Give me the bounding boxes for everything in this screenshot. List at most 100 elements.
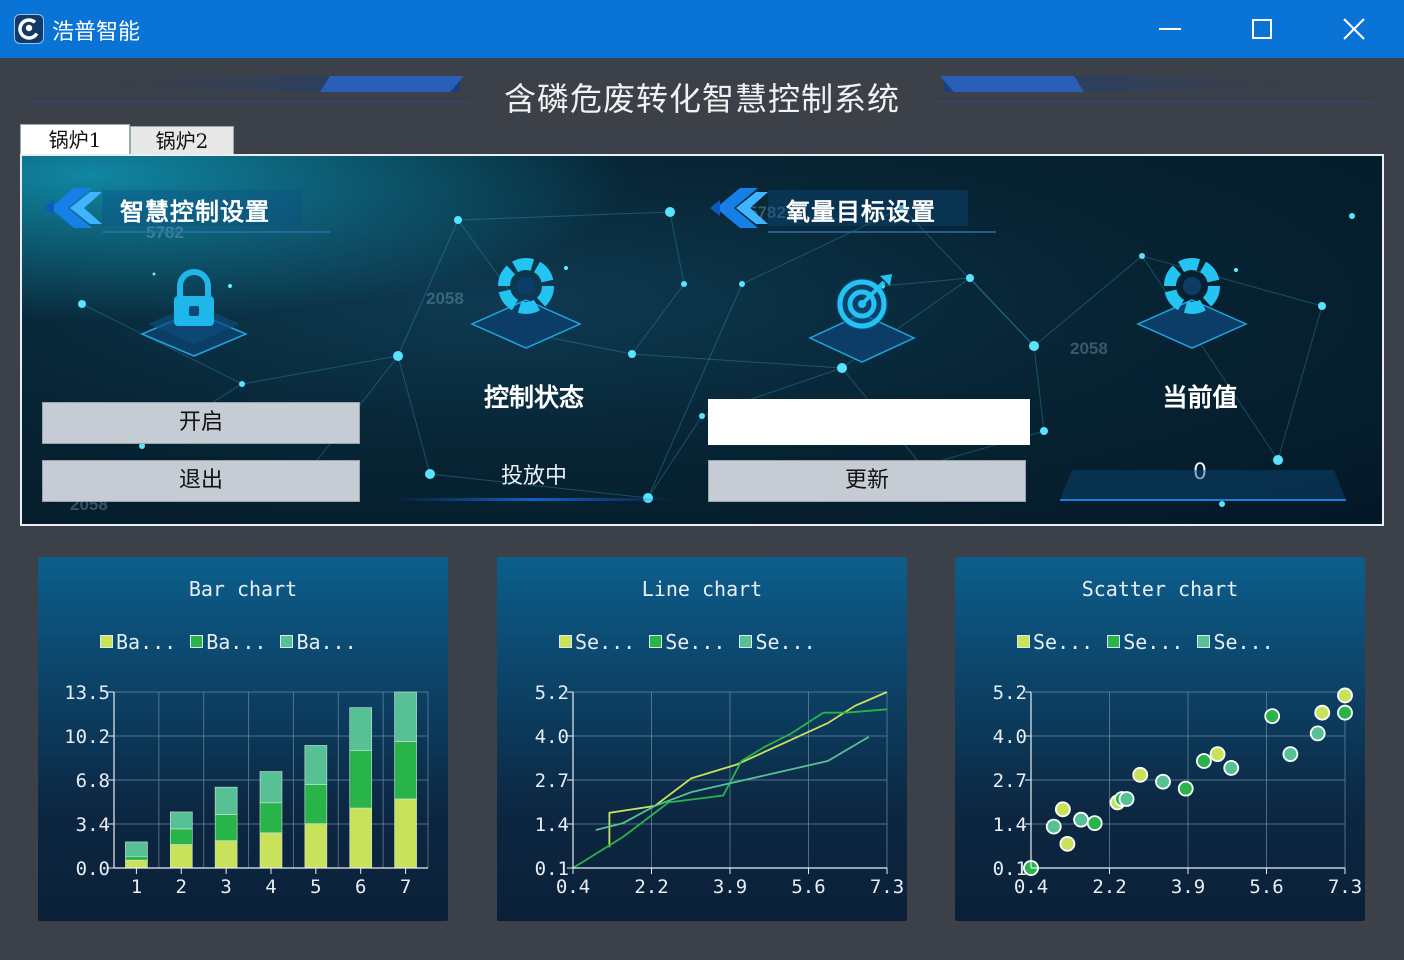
bar-chart: 0.0 3.4 6.8 10.2 13.5 1 2 3 4 5 6 7 <box>64 682 429 898</box>
lock-icon <box>140 269 248 357</box>
x-tick-label: 4 <box>265 876 276 898</box>
y-tick-label: 4.0 <box>993 726 1027 748</box>
scatter-point <box>1282 746 1299 763</box>
minimize-button[interactable] <box>1124 0 1216 58</box>
bar-segment <box>169 844 193 869</box>
maximize-icon <box>1252 19 1272 39</box>
bar-segment <box>349 750 373 809</box>
close-button[interactable] <box>1308 0 1400 58</box>
x-tick-label: 6 <box>355 876 366 898</box>
y-tick-label: 1.4 <box>993 814 1027 836</box>
control-status-label: 控制状态 <box>483 383 584 412</box>
scatter-point <box>1337 704 1353 721</box>
bar-segment <box>125 855 148 861</box>
maximize-button[interactable] <box>1216 0 1308 58</box>
app-logo-icon <box>14 14 44 44</box>
scatter-point <box>1209 746 1226 763</box>
x-tick-label: 2 <box>176 876 187 898</box>
scatter-chart: 0.11.42.74.05.20.4 2.2 3.9 5.6 7.3 <box>993 682 1362 898</box>
bar-segment <box>349 707 373 751</box>
y-tick-label: 5.2 <box>535 682 569 704</box>
status-ring-icon <box>470 258 582 349</box>
x-tick-label: 7.3 <box>1328 876 1362 898</box>
x-tick-label: 5.6 <box>791 876 825 898</box>
value-base-decoration <box>1060 470 1346 501</box>
y-tick-label: 3.4 <box>76 814 110 836</box>
bar-segment <box>349 807 373 869</box>
smart-control-title: 智慧控制设置 <box>120 198 270 226</box>
bar-segment <box>214 786 238 815</box>
tab-boiler-1[interactable]: 锅炉1 <box>20 124 130 154</box>
tab-boiler-2[interactable]: 锅炉2 <box>130 126 234 154</box>
bar-segment <box>259 771 283 804</box>
minimize-icon <box>1159 28 1181 30</box>
scatter-point <box>1045 818 1062 835</box>
y-tick-label: 5.2 <box>993 682 1027 704</box>
bar-segment <box>394 741 417 800</box>
tab-label: 锅炉1 <box>48 128 102 152</box>
oxygen-target-input[interactable] <box>708 399 1030 445</box>
bar-segment <box>394 798 417 869</box>
scatter-point <box>1155 773 1171 790</box>
scatter-point <box>1264 708 1281 725</box>
scatter-point <box>1314 704 1331 721</box>
line-chart: 0.11.42.74.05.20.4 2.2 3.9 5.6 7.3 <box>535 682 904 898</box>
scatter-point <box>1223 760 1240 776</box>
bg-number: 2058 <box>426 289 464 308</box>
x-tick-label: 5.6 <box>1249 876 1283 898</box>
bar-segment <box>304 745 328 785</box>
bar-segment <box>169 828 193 845</box>
control-status-value: 投放中 <box>500 464 567 489</box>
y-tick-label: 10.2 <box>64 726 110 748</box>
bar-segment <box>125 859 148 869</box>
series-line <box>595 736 870 831</box>
target-icon <box>808 274 916 363</box>
oxygen-target-title: 氧量目标设置 <box>786 198 936 226</box>
scatter-point <box>1118 791 1135 807</box>
y-tick-label: 4.0 <box>535 726 569 748</box>
x-tick-label: 0.4 <box>556 876 590 898</box>
y-tick-label: 6.8 <box>76 770 110 792</box>
scatter-point <box>1054 801 1071 818</box>
x-tick-label: 0.4 <box>1014 876 1048 898</box>
bar-segment <box>304 784 328 824</box>
y-tick-label: 0.0 <box>76 858 110 880</box>
x-tick-label: 3.9 <box>1171 876 1205 898</box>
y-tick-label: 2.7 <box>993 770 1027 792</box>
x-tick-label: 7 <box>400 876 411 898</box>
bar-segment <box>259 802 283 834</box>
bg-number: 2058 <box>1070 339 1108 358</box>
scatter-point <box>1059 835 1076 852</box>
current-value-label: 当前值 <box>1162 383 1238 412</box>
y-tick-label: 13.5 <box>64 682 110 704</box>
x-tick-label: 7.3 <box>870 876 904 898</box>
y-tick-label: 1.4 <box>535 814 569 836</box>
app-title: 浩普智能 <box>52 20 141 45</box>
exit-button[interactable]: 退出 <box>42 460 360 502</box>
bar-segment <box>125 841 148 857</box>
bar-segment <box>259 832 283 869</box>
close-icon <box>1343 18 1365 40</box>
bar-chart-card: Bar chart Ba... Ba... Ba... 0.0 3.4 6.8 10.2 1… <box>38 557 448 921</box>
bar-segment <box>394 691 417 742</box>
scatter-point <box>1196 753 1212 769</box>
status-underline <box>394 498 676 501</box>
x-tick-label: 2.2 <box>1092 876 1126 898</box>
scatter-point <box>1337 687 1353 704</box>
tab-label: 锅炉2 <box>155 129 209 153</box>
bar-segment <box>169 811 193 830</box>
y-tick-label: 2.7 <box>535 770 569 792</box>
update-button[interactable]: 更新 <box>708 460 1026 502</box>
x-tick-label: 2.2 <box>634 876 668 898</box>
x-tick-label: 5 <box>310 876 321 898</box>
value-ring-icon <box>1136 258 1248 349</box>
x-tick-label: 1 <box>131 876 142 898</box>
control-panel: 5782 2058 2058 2058 5782 5782 智慧控制设置 氧量目… <box>20 154 1384 526</box>
scatter-point <box>1073 811 1089 828</box>
page-title: 含磷危废转化智慧控制系统 <box>503 80 900 118</box>
start-button[interactable]: 开启 <box>42 402 360 444</box>
bar-segment <box>304 823 328 869</box>
line-chart-card: Line chart Se... Se... Se... 0.1 1.4 2.7 4.0 5… <box>497 557 907 921</box>
scatter-point <box>1132 766 1149 783</box>
bar-segment <box>214 840 238 869</box>
